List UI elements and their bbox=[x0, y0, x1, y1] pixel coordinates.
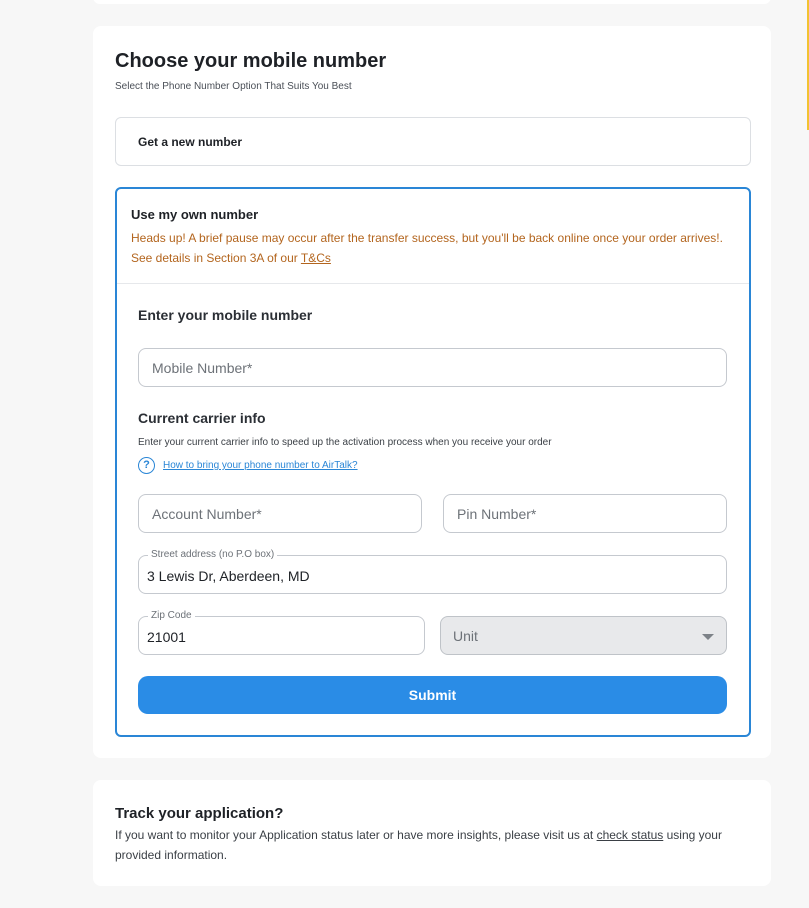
card-subtitle: Select the Phone Number Option That Suit… bbox=[115, 81, 352, 92]
unit-select[interactable]: Unit bbox=[440, 616, 727, 655]
own-number-header: Use my own number Heads up! A brief paus… bbox=[131, 207, 737, 268]
transfer-notice: Heads up! A brief pause may occur after … bbox=[131, 228, 737, 268]
track-text-before: If you want to monitor your Application … bbox=[115, 828, 597, 842]
account-number-input[interactable] bbox=[139, 495, 421, 532]
street-address-field: Street address (no P.O box) bbox=[138, 548, 727, 594]
mobile-heading: Enter your mobile number bbox=[138, 307, 313, 323]
mobile-number-field bbox=[138, 348, 727, 387]
help-row: ? How to bring your phone number to AirT… bbox=[138, 457, 358, 474]
zip-code-field: Zip Code bbox=[138, 609, 425, 655]
chevron-down-icon bbox=[702, 634, 714, 640]
pin-number-input[interactable] bbox=[444, 495, 726, 532]
transfer-notice-text: Heads up! A brief pause may occur after … bbox=[131, 231, 723, 265]
page: Choose your mobile number Select the Pho… bbox=[0, 0, 809, 908]
option-get-new-number[interactable]: Get a new number bbox=[115, 117, 751, 166]
option-new-label: Get a new number bbox=[138, 135, 243, 149]
previous-card bbox=[93, 0, 771, 4]
choose-number-card: Choose your mobile number Select the Pho… bbox=[93, 26, 771, 758]
unit-select-value: Unit bbox=[453, 628, 478, 644]
zip-code-label: Zip Code bbox=[148, 609, 195, 623]
street-address-label: Street address (no P.O box) bbox=[148, 548, 278, 562]
carrier-heading: Current carrier info bbox=[138, 410, 266, 426]
mobile-number-input[interactable] bbox=[139, 349, 726, 386]
option-use-own-number[interactable]: Use my own number Heads up! A brief paus… bbox=[115, 187, 751, 737]
track-description: If you want to monitor your Application … bbox=[115, 825, 751, 865]
account-number-field bbox=[138, 494, 422, 533]
option-own-label: Use my own number bbox=[131, 207, 259, 222]
carrier-description: Enter your current carrier info to speed… bbox=[138, 437, 552, 448]
terms-link[interactable]: T&Cs bbox=[301, 251, 331, 265]
card-title: Choose your mobile number bbox=[115, 50, 387, 72]
check-status-link[interactable]: check status bbox=[597, 828, 664, 842]
bring-number-help-link[interactable]: How to bring your phone number to AirTal… bbox=[163, 460, 358, 471]
divider bbox=[117, 283, 749, 284]
question-circle-icon[interactable]: ? bbox=[138, 457, 155, 474]
submit-button[interactable]: Submit bbox=[138, 676, 727, 714]
track-application-card: Track your application? If you want to m… bbox=[93, 780, 771, 886]
track-title: Track your application? bbox=[115, 805, 284, 822]
pin-number-field bbox=[443, 494, 727, 533]
